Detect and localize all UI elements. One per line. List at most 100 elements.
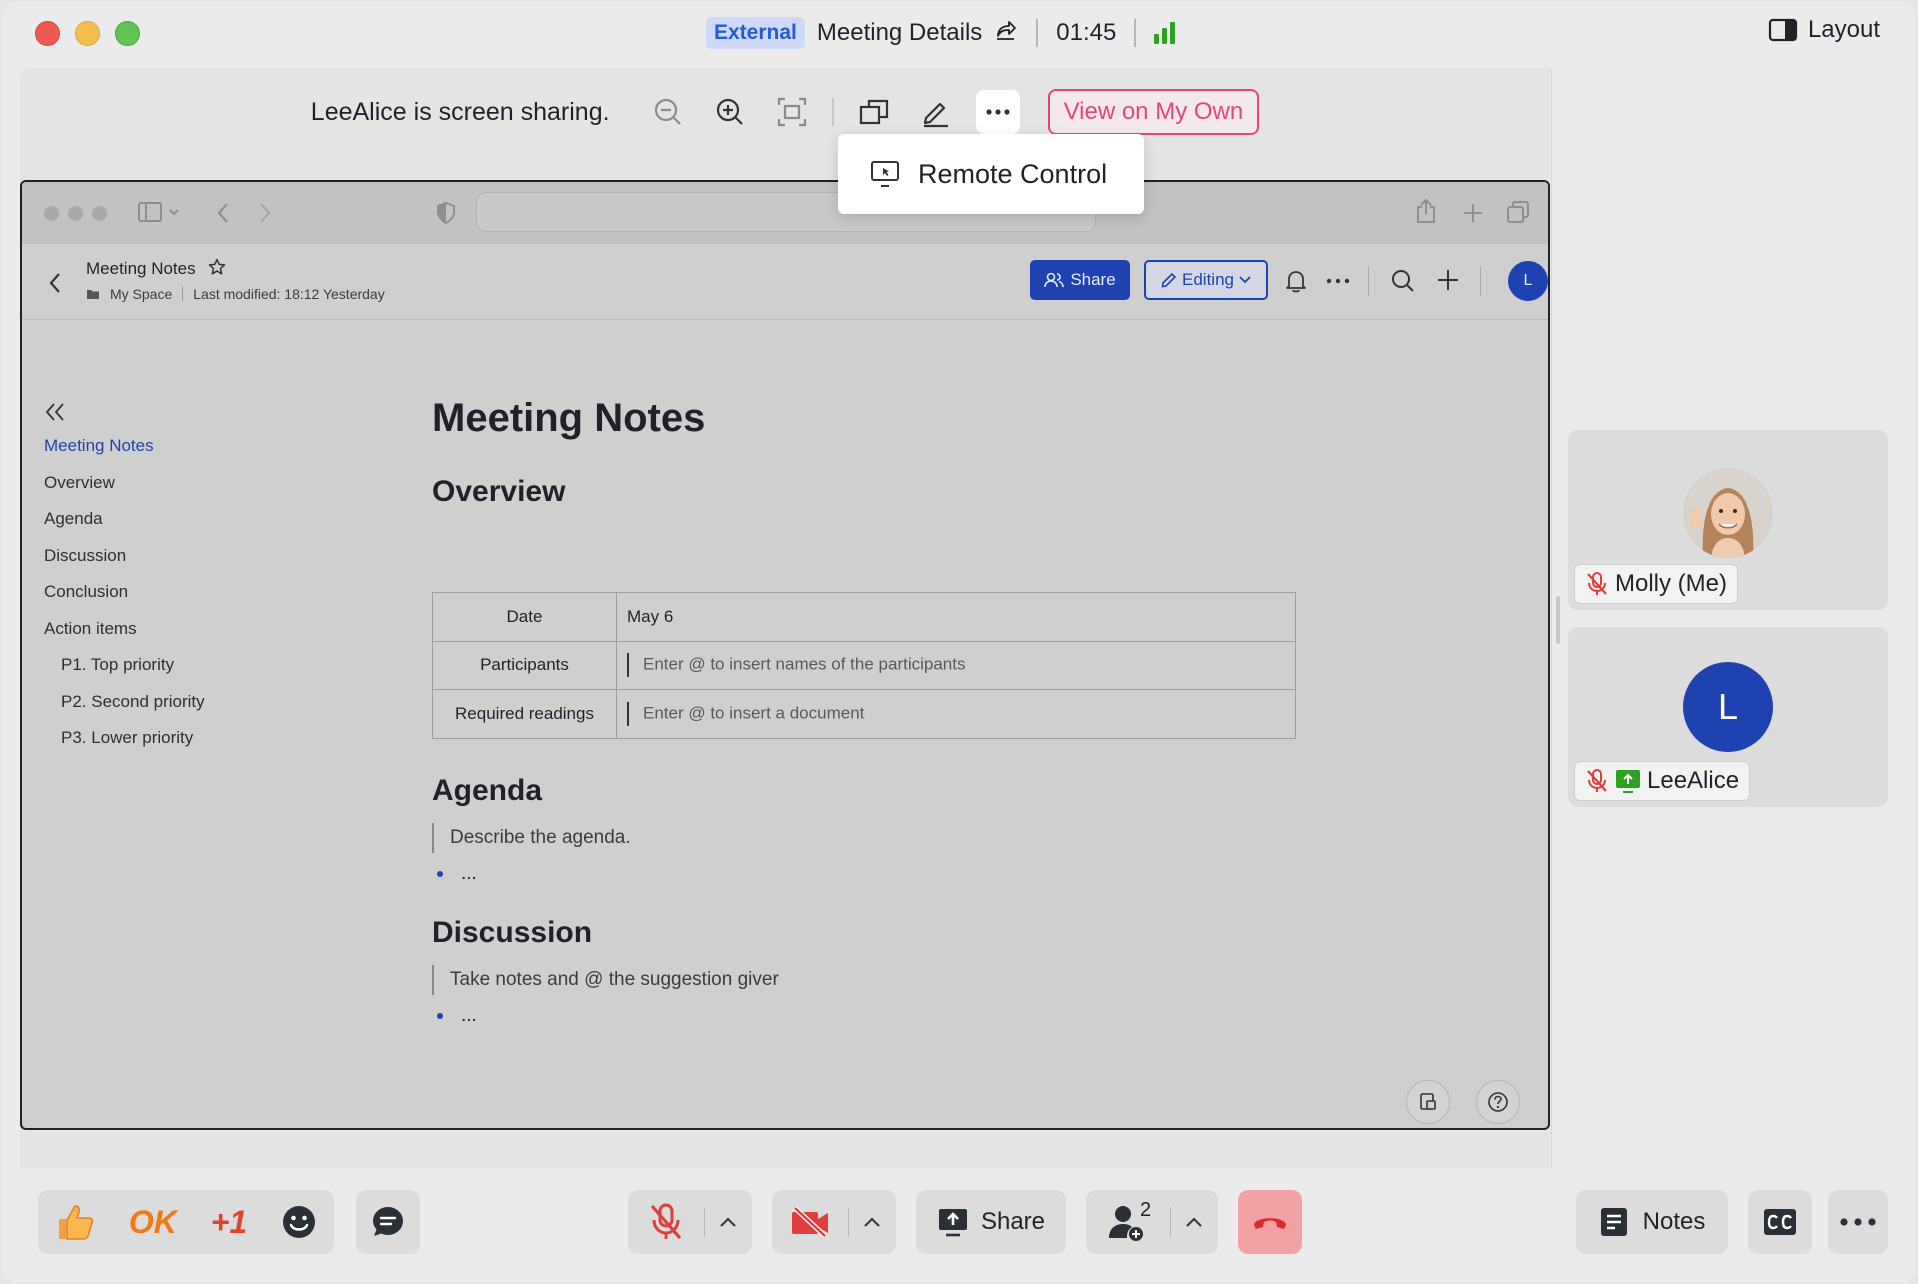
edit-pencil-icon xyxy=(1161,272,1177,288)
notes-label: Notes xyxy=(1642,1208,1706,1235)
agenda-bullet: ... xyxy=(437,863,1312,885)
new-window-icon[interactable] xyxy=(852,90,896,134)
closed-captions-icon xyxy=(1764,1209,1796,1235)
doc-heading-title: Meeting Notes xyxy=(432,396,706,440)
signal-strength-icon[interactable] xyxy=(1154,22,1176,44)
minimize-window-button[interactable] xyxy=(75,21,100,46)
remote-control-icon xyxy=(871,161,899,187)
table-value-cell: Enter @ to insert names of the participa… xyxy=(616,640,1296,690)
reactions-group: OK +1 xyxy=(38,1190,334,1254)
browser-new-tab-icon xyxy=(1464,204,1482,222)
zoom-out-icon[interactable] xyxy=(646,90,690,134)
divider xyxy=(182,287,184,301)
browser-back-icon xyxy=(217,203,228,223)
camera-control xyxy=(772,1190,896,1254)
thumbs-up-reaction-icon[interactable] xyxy=(55,1202,95,1242)
doc-heading-overview: Overview xyxy=(432,475,566,508)
toc-item: Meeting Notes xyxy=(44,436,154,455)
doc-more-icon xyxy=(1326,278,1350,284)
meeting-timer: 01:45 xyxy=(1056,19,1117,46)
panel-resize-handle[interactable] xyxy=(1556,596,1560,644)
bullet-dot xyxy=(437,870,443,877)
chat-button[interactable] xyxy=(356,1190,420,1254)
title-bar: External Meeting Details 01:45 Layout xyxy=(2,2,1916,64)
screen-sharing-icon xyxy=(1616,770,1640,793)
share-screen-icon xyxy=(938,1209,967,1237)
notes-button[interactable]: Notes xyxy=(1576,1190,1728,1254)
bullet-dot xyxy=(437,1012,443,1019)
zoom-in-icon[interactable] xyxy=(708,90,752,134)
doc-user-avatar: L xyxy=(1508,261,1548,301)
participants-panel: Molly (Me) L LeeAlice xyxy=(1551,68,1916,1168)
annotate-pen-icon[interactable] xyxy=(914,90,958,134)
remote-control-menu-item[interactable]: Remote Control xyxy=(838,134,1144,214)
table-key-cell: Required readings xyxy=(432,689,617,739)
bell-icon xyxy=(1286,271,1306,293)
text-cursor xyxy=(627,701,629,726)
doc-share-button: Share xyxy=(1030,260,1130,300)
microphone-options-chevron-icon[interactable] xyxy=(705,1216,751,1228)
doc-title-row: Meeting Notes xyxy=(86,258,226,279)
emoji-icon[interactable] xyxy=(281,1204,317,1240)
remote-control-label: Remote Control xyxy=(918,158,1108,189)
doc-modified: Last modified: 18:12 Yesterday xyxy=(193,286,385,302)
browser-zoom-dot xyxy=(92,206,107,221)
toc-item: Conclusion xyxy=(44,582,129,601)
doc-back-icon xyxy=(49,273,60,293)
maximize-window-button[interactable] xyxy=(115,21,140,46)
participants-button[interactable]: 2 xyxy=(1086,1199,1170,1241)
camera-off-icon[interactable] xyxy=(772,1206,848,1238)
discussion-bullet: ... xyxy=(437,1005,1312,1027)
fit-screen-icon[interactable] xyxy=(770,90,814,134)
doc-meta: My Space Last modified: 18:12 Yesterday xyxy=(86,286,385,302)
close-window-button[interactable] xyxy=(35,21,60,46)
toc-item: P3. Lower priority xyxy=(61,728,194,747)
doc-heading-agenda: Agenda xyxy=(432,773,543,807)
divider xyxy=(1036,19,1039,47)
layout-icon xyxy=(1768,18,1798,42)
divider xyxy=(831,98,834,126)
toc-item: Agenda xyxy=(44,509,103,528)
sidebar-toggle-icon xyxy=(138,202,179,222)
share-link-icon[interactable] xyxy=(994,18,1018,49)
layout-button[interactable]: Layout xyxy=(1768,16,1880,44)
molly-avatar xyxy=(1683,468,1773,558)
table-value-cell: May 6 xyxy=(616,592,1296,642)
chevron-down-icon xyxy=(1239,276,1251,284)
toc-item: P1. Top priority xyxy=(61,655,175,674)
table-key-cell: Date xyxy=(432,592,617,642)
end-call-button[interactable] xyxy=(1238,1190,1302,1254)
table-row: Date May 6 xyxy=(432,592,1296,642)
toc-item: Overview xyxy=(44,472,115,492)
shared-screen: Meeting Notes My Space Last modified: 18… xyxy=(20,180,1550,1130)
table-row: Required readings Enter @ to insert a doc… xyxy=(432,689,1296,739)
participants-options-chevron-icon[interactable] xyxy=(1171,1216,1217,1228)
view-on-my-own-button[interactable]: View on My Own xyxy=(1047,89,1260,135)
leealice-name: LeeAlice xyxy=(1647,767,1740,794)
molly-name: Molly (Me) xyxy=(1615,570,1727,597)
participant-tile-molly[interactable]: Molly (Me) xyxy=(1568,430,1888,610)
table-value-text: May 6 xyxy=(627,606,674,626)
divider xyxy=(1368,266,1369,296)
captions-button[interactable] xyxy=(1748,1190,1812,1254)
doc-space: My Space xyxy=(110,286,173,302)
people-icon xyxy=(1044,272,1065,288)
document-body: Meeting Notes Overview Date May 6 Particip… xyxy=(432,388,1312,1027)
document-header: Meeting Notes My Space Last modified: 18… xyxy=(22,244,1548,320)
browser-toolbar xyxy=(22,182,1548,244)
meeting-title[interactable]: Meeting Details xyxy=(817,19,982,47)
camera-options-chevron-icon[interactable] xyxy=(849,1216,895,1228)
share-screen-label: Share xyxy=(980,1208,1046,1235)
participant-tile-leealice[interactable]: L LeeAlice xyxy=(1568,627,1888,807)
microphone-control xyxy=(628,1190,752,1254)
meeting-window: External Meeting Details 01:45 Layout Le… xyxy=(2,2,1916,1282)
more-button[interactable] xyxy=(1828,1190,1888,1254)
more-options-icon[interactable] xyxy=(975,90,1020,134)
share-screen-button[interactable]: Share xyxy=(916,1190,1066,1254)
doc-outline-icon xyxy=(1406,1080,1450,1124)
discussion-bullet-text: ... xyxy=(461,1004,477,1026)
ok-reaction[interactable]: OK xyxy=(129,1204,177,1241)
plus-one-reaction[interactable]: +1 xyxy=(211,1204,247,1241)
microphone-muted-icon[interactable] xyxy=(628,1202,704,1242)
browser-close-dot xyxy=(44,206,59,221)
